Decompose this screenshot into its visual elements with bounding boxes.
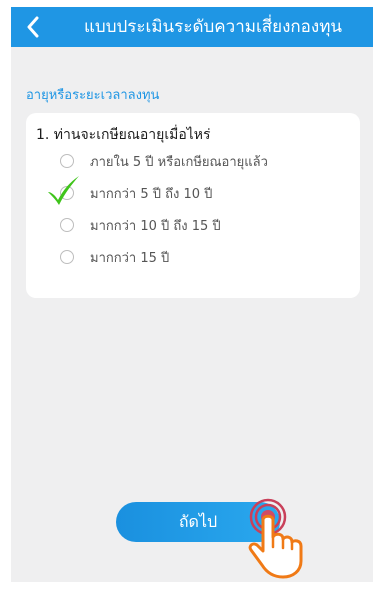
hand-pointer-icon: [248, 498, 303, 579]
checkmark-icon: [48, 176, 79, 205]
option-label: มากกว่า 10 ปี ถึง 15 ปี: [90, 218, 221, 234]
option-over-15-years[interactable]: มากกว่า 15 ปี: [60, 245, 169, 269]
app-screen: แบบประเมินระดับความเสี่ยงกองทุน อายุหรือ…: [11, 7, 373, 582]
app-header: แบบประเมินระดับความเสี่ยงกองทุน: [11, 7, 373, 47]
option-label: มากกว่า 5 ปี ถึง 10 ปี: [90, 186, 213, 202]
page-title: แบบประเมินระดับความเสี่ยงกองทุน: [83, 17, 343, 37]
option-10-to-15-years[interactable]: มากกว่า 10 ปี ถึง 15 ปี: [60, 213, 221, 237]
radio-button[interactable]: [60, 250, 74, 264]
option-label: ภายใน 5 ปี หรือเกษียณอายุแล้ว: [90, 154, 268, 170]
section-title: อายุหรือระยะเวลาลงทุน: [26, 88, 160, 103]
chevron-left-icon: [27, 16, 39, 38]
question-text: 1. ท่านจะเกษียณอายุเมื่อไหร่: [36, 127, 211, 143]
radio-button[interactable]: [60, 154, 74, 168]
back-button[interactable]: [19, 13, 47, 41]
question-card: 1. ท่านจะเกษียณอายุเมื่อไหร่ ภายใน 5 ปี …: [26, 113, 360, 298]
option-5-to-10-years[interactable]: มากกว่า 5 ปี ถึง 10 ปี: [60, 181, 212, 205]
option-within-5-years[interactable]: ภายใน 5 ปี หรือเกษียณอายุแล้ว: [60, 149, 268, 173]
radio-button[interactable]: [60, 218, 74, 232]
option-label: มากกว่า 15 ปี: [90, 250, 170, 266]
